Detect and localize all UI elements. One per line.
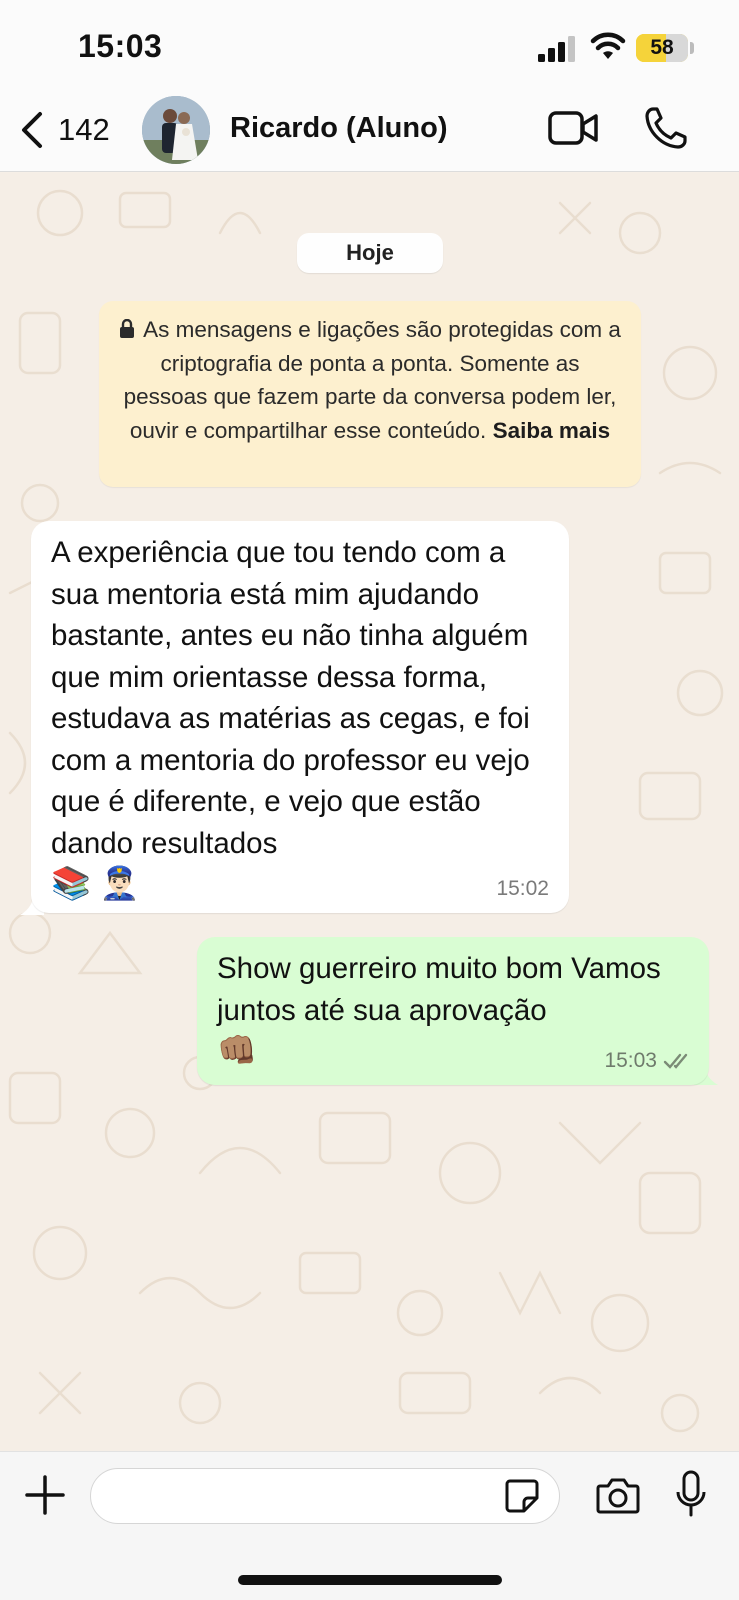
double-check-icon [663,1053,688,1069]
learn-more-link[interactable]: Saiba mais [493,418,611,443]
battery-icon: 58 [636,34,688,62]
chat-area[interactable]: Hoje As mensagens e ligações são protegi… [0,173,739,1451]
outgoing-message[interactable]: Show guerreiro muito bom Vamos juntos at… [197,937,709,1085]
sticker-icon[interactable] [504,1478,540,1514]
battery-level: 58 [650,36,674,59]
message-time: 15:03 [604,1049,657,1072]
contact-name[interactable]: Ricardo (Aluno) [230,112,448,145]
video-call-icon[interactable] [548,108,600,148]
message-input[interactable] [90,1468,560,1524]
camera-icon[interactable] [596,1476,640,1514]
avatar-photo [142,96,210,164]
avatar[interactable] [142,96,210,164]
back-button[interactable]: 142 [14,106,114,156]
status-time: 15:03 [78,28,163,64]
chat-header: 142 Ricardo (Aluno) [0,88,739,172]
battery-nub [690,42,694,54]
plus-icon[interactable] [24,1474,66,1516]
lock-icon [120,319,135,338]
phone-icon[interactable] [644,106,688,150]
date-separator: Hoje [297,233,443,273]
message-time: 15:02 [496,877,549,900]
message-meta: 15:03 [604,1049,693,1073]
unread-count: 142 [58,112,110,147]
encryption-notice[interactable]: As mensagens e ligações são protegidas c… [99,301,641,487]
home-indicator[interactable] [238,1575,502,1585]
microphone-icon[interactable] [676,1470,706,1518]
wifi-icon [590,32,626,59]
incoming-message[interactable]: A experiência que tou tendo com a sua me… [31,521,569,913]
message-text: A experiência que tou tendo com a sua me… [51,536,530,860]
message-text: Show guerreiro muito bom Vamos juntos at… [217,952,661,1027]
chevron-left-icon [22,112,42,148]
status-bar: 15:03 58 [0,0,739,88]
message-emoji: 📚 👮🏻‍♂️ [51,865,140,901]
signal-icon [538,36,575,62]
